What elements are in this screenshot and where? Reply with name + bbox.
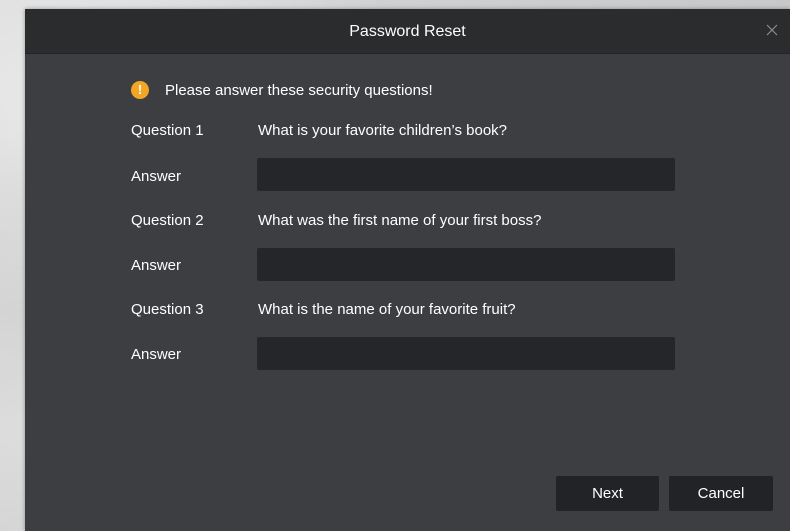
notice-text: Please answer these security questions! — [165, 81, 433, 99]
password-reset-dialog: Password Reset ! Please answer these sec… — [25, 9, 790, 531]
dialog-title: Password Reset — [349, 23, 466, 40]
answer-2-input[interactable] — [257, 248, 675, 281]
next-button[interactable]: Next — [556, 476, 659, 511]
close-icon[interactable] — [766, 24, 778, 36]
answer-2-label: Answer — [131, 257, 182, 274]
answer-1-label: Answer — [131, 168, 182, 185]
question-2-text: What was the first name of your first bo… — [258, 212, 542, 229]
question-3-text: What is the name of your favorite fruit? — [258, 301, 516, 318]
answer-3-label: Answer — [131, 346, 182, 363]
dialog-titlebar: Password Reset — [25, 9, 790, 54]
question-1-text: What is your favorite children’s book? — [258, 122, 508, 139]
question-1-label: Question 1 — [131, 122, 204, 139]
cancel-button[interactable]: Cancel — [669, 476, 773, 511]
warning-icon: ! — [131, 81, 149, 99]
question-3-label: Question 3 — [131, 301, 204, 318]
answer-1-input[interactable] — [257, 158, 675, 191]
answer-3-input[interactable] — [257, 337, 675, 370]
security-notice: ! Please answer these security questions… — [131, 80, 433, 100]
question-2-label: Question 2 — [131, 212, 204, 229]
